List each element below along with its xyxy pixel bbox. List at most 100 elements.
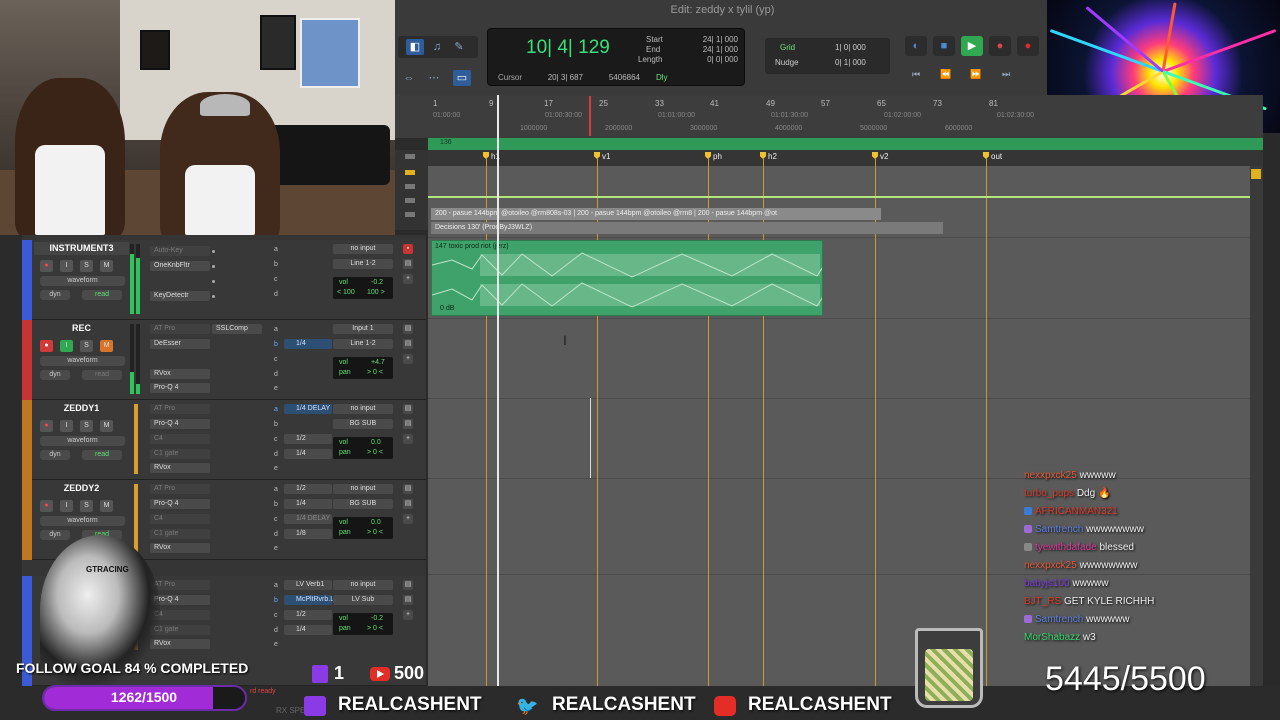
decisions-clip[interactable]: Decisions 130' (ProdByJ3WLZ) [431, 222, 943, 234]
output-selector[interactable]: Line 1-2 [333, 259, 393, 269]
send-c[interactable]: 1/2 [284, 434, 332, 444]
track-view-select[interactable]: waveform [40, 356, 125, 366]
nudge-value[interactable]: 0| 1| 000 [835, 58, 866, 67]
automation-mode[interactable]: read [82, 450, 122, 460]
record-icon[interactable]: ● [1017, 36, 1039, 56]
end-value[interactable]: 24| 1| 000 [678, 45, 738, 54]
input-monitor-button[interactable]: I [60, 420, 73, 432]
send-a[interactable]: 1/2 [284, 484, 332, 494]
playlist-dyn[interactable]: dyn [40, 290, 70, 300]
mute-button[interactable]: M [100, 420, 113, 432]
fast-forward-icon[interactable]: ⏩ [965, 69, 987, 83]
insert-slot[interactable]: Pro-Q 4 [150, 383, 210, 393]
record-arm-icon[interactable]: ● [40, 340, 53, 352]
insert-slot[interactable]: DeEsser [150, 339, 210, 349]
solo-button[interactable]: S [80, 500, 93, 512]
output-window-icon[interactable]: ▤ [403, 339, 413, 349]
output-window-icon[interactable]: ▤ [403, 419, 413, 429]
tempo-lane[interactable] [428, 138, 1263, 150]
solo-button[interactable]: S [80, 340, 93, 352]
grid-mode-icon[interactable]: ▭ [453, 70, 471, 86]
mute-button[interactable]: M [100, 340, 113, 352]
insert-slot[interactable]: AT Pro [150, 580, 210, 590]
insert-slot[interactable]: Pro-Q 4 [150, 499, 210, 509]
playlist-dyn[interactable]: dyn [40, 370, 70, 380]
add-icon[interactable]: + [403, 274, 413, 284]
volume-pan-display[interactable]: vol -0.2 pan > 0 < [333, 613, 393, 635]
volume-pan-display[interactable]: vol 0.0 pan > 0 < [333, 517, 393, 539]
send-b[interactable]: 1/4 [284, 499, 332, 509]
insert-slot[interactable]: SSLComp [212, 324, 262, 334]
input-selector[interactable]: no input [333, 580, 393, 590]
insert-slot[interactable]: RVox [150, 369, 210, 379]
send-d[interactable]: 1/8 [284, 529, 332, 539]
track-name[interactable]: ZEDDY2 [34, 482, 129, 495]
start-value[interactable]: 24| 1| 000 [678, 35, 738, 44]
send-a[interactable]: 1/4 DELAY [284, 404, 332, 414]
rewind-icon[interactable]: ⏪ [935, 69, 957, 83]
go-to-end-icon[interactable]: ⏭ [995, 69, 1017, 83]
timeline-ruler[interactable]: 1 9 17 25 33 41 49 57 65 73 81 01:00:00 … [395, 95, 1050, 138]
output-selector[interactable]: LV Sub [333, 595, 393, 605]
zoom-toggle-icon[interactable] [1251, 169, 1261, 179]
pencil-tool-icon[interactable]: ✎ [450, 39, 468, 55]
mute-button[interactable]: M [100, 500, 113, 512]
playlist-dyn[interactable]: dyn [40, 530, 70, 540]
insert-slot[interactable]: AT Pro [150, 484, 210, 494]
online-icon[interactable]: ◐ [905, 36, 927, 56]
output-selector[interactable]: BG SUB [333, 499, 393, 509]
input-selector[interactable]: Input 1 [333, 324, 393, 334]
main-counter[interactable]: 10| 4| 129 [526, 37, 610, 59]
volume-pan-display[interactable]: vol +4.7 pan > 0 < [333, 357, 393, 379]
input-selector[interactable]: no input [333, 484, 393, 494]
punch-icon[interactable]: ● [989, 36, 1011, 56]
add-icon[interactable]: + [403, 354, 413, 364]
volume-pan-display[interactable]: vol -0.2 < 100 100 > [333, 277, 393, 299]
mode-icon[interactable]: ⋯ [425, 70, 443, 86]
record-arm-icon[interactable]: ● [40, 260, 53, 272]
automation-mode[interactable]: read [82, 370, 122, 380]
output-window-icon[interactable]: ▤ [403, 404, 413, 414]
add-icon[interactable]: + [403, 434, 413, 444]
send-a[interactable]: LV Verb1 [284, 580, 332, 590]
insert-slot[interactable]: Pro-Q 4 [150, 419, 210, 429]
insert-slot[interactable]: RVox [150, 543, 210, 553]
add-icon[interactable]: + [403, 610, 413, 620]
record-arm-icon[interactable]: ● [40, 420, 53, 432]
length-value[interactable]: 0| 0| 000 [678, 55, 738, 64]
audio-clip[interactable]: 147 toxic prod riot (jerz) 0 dB [431, 240, 823, 316]
send-d[interactable]: 1/4 [284, 449, 332, 459]
input-monitor-button[interactable]: I [60, 260, 73, 272]
playlist-dyn[interactable]: dyn [40, 450, 70, 460]
output-window-icon[interactable]: ▤ [403, 324, 413, 334]
output-window-icon[interactable]: ▤ [403, 580, 413, 590]
output-window-icon[interactable]: ▤ [403, 595, 413, 605]
marker-lane[interactable] [428, 150, 1263, 166]
solo-button[interactable]: S [80, 260, 93, 272]
track-view-select[interactable]: waveform [40, 436, 125, 446]
solo-button[interactable]: S [80, 420, 93, 432]
input-monitor-button[interactable]: I [60, 500, 73, 512]
track-name[interactable]: REC [34, 322, 129, 335]
insert-slot[interactable]: C1 gate [150, 529, 210, 539]
output-window-icon[interactable]: ▤ [403, 484, 413, 494]
delay-comp-label[interactable]: Dly [656, 73, 668, 82]
send-b[interactable]: McPltRvrb.L [284, 595, 334, 605]
insert-slot[interactable]: AT Pro [150, 404, 210, 414]
output-selector[interactable]: Line 1-2 [333, 339, 393, 349]
add-icon[interactable]: + [403, 514, 413, 524]
insert-slot[interactable]: RVox [150, 463, 210, 473]
send-c[interactable]: 1/2 [284, 610, 332, 620]
output-window-icon[interactable]: ▤ [403, 259, 413, 269]
insert-slot[interactable]: AT Pro [150, 324, 210, 334]
track-view-select[interactable]: waveform [40, 516, 125, 526]
input-monitor-button[interactable]: I [60, 340, 73, 352]
insert-slot[interactable]: C1 gate [150, 449, 210, 459]
insert-slot[interactable]: OneKnbFltr [150, 261, 210, 271]
zoom-tool-icon[interactable]: ◧ [406, 39, 424, 55]
mute-button[interactable]: M [100, 260, 113, 272]
insert-slot[interactable]: KeyDetectr [150, 291, 210, 301]
insert-slot[interactable]: Auto-Key [150, 246, 210, 256]
return-to-zero-icon[interactable]: ⏮ [905, 69, 927, 83]
automation-line[interactable] [428, 196, 1250, 198]
